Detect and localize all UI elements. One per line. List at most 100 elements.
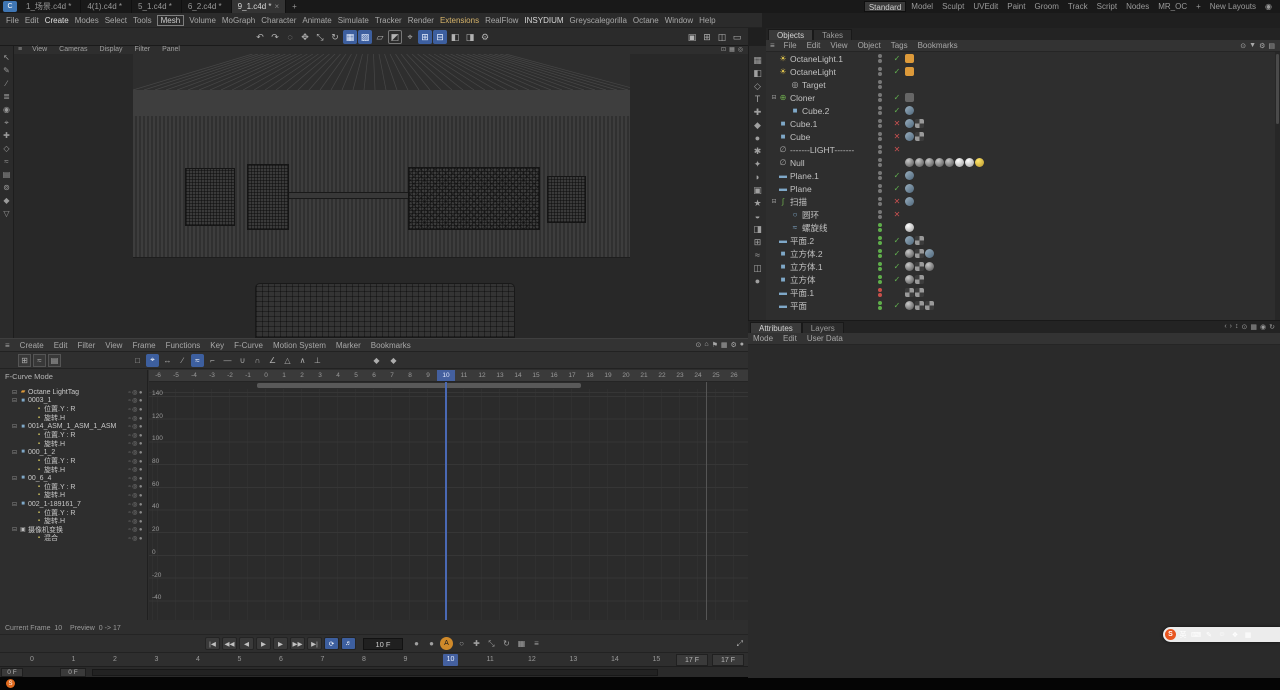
attribute-menu-item[interactable]: Mode	[748, 334, 778, 343]
track-state-icons[interactable]: ▫◎●	[129, 492, 145, 499]
record-rotation-toggle[interactable]: ↻	[500, 637, 513, 650]
tag-icon[interactable]	[905, 158, 914, 167]
timeline-menu-item[interactable]: Bookmarks	[366, 341, 416, 350]
tag-icon[interactable]	[905, 132, 914, 141]
knife-tool-icon[interactable]: ∕	[6, 80, 7, 88]
live-selection-icon[interactable]: ◌	[283, 30, 297, 44]
grid-icon[interactable]: ▦	[1250, 323, 1257, 331]
palette-sphere-icon[interactable]: ●	[755, 134, 760, 143]
panel-tab[interactable]: Attributes	[750, 322, 802, 333]
track-state-icons[interactable]: ▫◎●	[129, 432, 145, 439]
track-state-icons[interactable]: ▫◎●	[129, 389, 145, 396]
layout-quad-icon[interactable]: ⊞	[700, 30, 714, 44]
tag-icon[interactable]	[975, 158, 984, 167]
enable-state-icon[interactable]	[892, 54, 902, 63]
scale-tool-icon[interactable]: ⤡	[313, 30, 327, 44]
visibility-dots[interactable]	[878, 106, 883, 116]
timeline-menu-item[interactable]: F-Curve	[229, 341, 268, 350]
visibility-dots[interactable]	[878, 197, 883, 207]
tag-icon[interactable]	[915, 301, 924, 310]
object-name[interactable]: 圆环	[802, 209, 819, 221]
object-name[interactable]: -------LIGHT-------	[790, 145, 854, 155]
object-expander[interactable]: ⊟	[770, 94, 778, 101]
layout-wide-icon[interactable]: ▭	[730, 30, 744, 44]
menu-item[interactable]: Extensions	[437, 16, 482, 25]
spline-tool-icon[interactable]: ≈	[4, 158, 8, 166]
tag-icon[interactable]	[925, 301, 934, 310]
tag-icon[interactable]	[915, 275, 924, 284]
visibility-dots[interactable]	[878, 54, 883, 64]
viewport-menu-item[interactable]: Display	[94, 46, 129, 54]
enable-state-icon[interactable]	[892, 197, 902, 206]
keyframe-record-button[interactable]: ●	[410, 637, 423, 650]
file-tab[interactable]: 9_1.c4d * ×	[231, 0, 287, 13]
rotate-tool-icon[interactable]: ↻	[328, 30, 342, 44]
tag-icon[interactable]	[915, 158, 924, 167]
object-name[interactable]: 平面	[790, 300, 807, 312]
menu-item[interactable]: Tracker	[372, 16, 405, 25]
mini-timeline-ruler[interactable]: 0 1 2 3 4 5 6 7 8 9 10 11 12 13 14 15 16…	[0, 652, 748, 666]
object-menu-item[interactable]: File	[779, 41, 802, 50]
object-name[interactable]: 立方体	[790, 274, 816, 286]
add-key-icon[interactable]: ◆	[370, 354, 383, 367]
grid-icon[interactable]: ▦	[721, 341, 728, 349]
object-row[interactable]: OctaneLight.1	[766, 52, 1280, 65]
enable-state-icon[interactable]	[892, 171, 902, 180]
track-expander[interactable]: ⊟	[12, 475, 19, 482]
track-expander[interactable]: ⊟	[12, 389, 19, 396]
menu-item[interactable]: Render	[405, 16, 437, 25]
object-menu-icon[interactable]: ≡	[766, 41, 779, 50]
object-row[interactable]: Null	[766, 156, 1280, 169]
track-row[interactable]: 旋转.H ▫◎●	[0, 440, 147, 449]
track-row[interactable]: ⊟ 摄像机变换 ▫◎●	[0, 526, 147, 535]
timeline-menu-item[interactable]: Edit	[49, 341, 73, 350]
track-row[interactable]: 旋转.H ▫◎●	[0, 414, 147, 423]
track-state-icons[interactable]: ▫◎●	[129, 415, 145, 422]
ime-skin-icon[interactable]: ❖	[1229, 629, 1241, 640]
layout-tab[interactable]: Groom	[1030, 1, 1062, 12]
range-end-field[interactable]: 17 F	[676, 654, 708, 666]
file-tab[interactable]: 5_1.c4d *	[132, 0, 182, 13]
visibility-dots[interactable]	[878, 301, 883, 311]
menu-item[interactable]: Character	[258, 16, 299, 25]
object-menu-item[interactable]: Object	[853, 41, 886, 50]
object-menu-item[interactable]: Tags	[886, 41, 913, 50]
quantize-icon[interactable]: ⊟	[433, 30, 447, 44]
tag-icon[interactable]	[935, 158, 944, 167]
palette-box-icon[interactable]: ▣	[753, 186, 762, 195]
track-state-icons[interactable]: ▫◎●	[129, 475, 145, 482]
palette-grid-icon[interactable]: ▦	[753, 56, 762, 65]
menu-item[interactable]: Animate	[299, 16, 334, 25]
timeline-menu-item[interactable]: Marker	[331, 341, 366, 350]
object-name[interactable]: Cube.1	[790, 119, 817, 129]
viewport-menu-item[interactable]: Panel	[156, 46, 186, 54]
workplane-icon[interactable]: ▱	[373, 30, 387, 44]
redo-icon[interactable]: ↷	[268, 30, 282, 44]
track-row[interactable]: 旋转.H ▫◎●	[0, 517, 147, 526]
next-frame-button[interactable]: ▶	[273, 637, 288, 650]
new-layouts-button[interactable]: New Layouts	[1206, 1, 1260, 12]
ime-toolbox-icon[interactable]: ▦	[1242, 629, 1254, 640]
attribute-menu-item[interactable]: Edit	[778, 334, 802, 343]
timeline-menu-item[interactable]: Frame	[127, 341, 160, 350]
tag-icon[interactable]	[905, 197, 914, 206]
visibility-dots[interactable]	[878, 210, 883, 220]
visibility-dots[interactable]	[878, 132, 883, 142]
track-expander[interactable]: ⊟	[12, 449, 19, 456]
palette-half-icon[interactable]: ◒	[755, 212, 760, 221]
back-icon[interactable]: ‹	[1224, 323, 1226, 331]
visibility-dots[interactable]	[878, 158, 883, 168]
tag-icon[interactable]	[915, 262, 924, 271]
viewport-menu-item[interactable]: Filter	[129, 46, 157, 54]
sound-toggle[interactable]: ♬	[341, 637, 356, 650]
add-layout-button[interactable]: +	[1192, 1, 1205, 12]
object-name[interactable]: OctaneLight	[790, 67, 836, 77]
object-row[interactable]: Cube.2	[766, 104, 1280, 117]
track-row[interactable]: 位置.Y : R ▫◎●	[0, 483, 147, 492]
ease-out-icon[interactable]: ∪	[236, 354, 249, 367]
start-frame-field[interactable]: 0 F	[1, 668, 23, 677]
record-position-toggle[interactable]: ✚	[470, 637, 483, 650]
menu-item[interactable]: Simulate	[335, 16, 372, 25]
ring-tool-icon[interactable]: ◉	[3, 106, 10, 114]
status-orange-icon[interactable]: S	[6, 679, 15, 688]
